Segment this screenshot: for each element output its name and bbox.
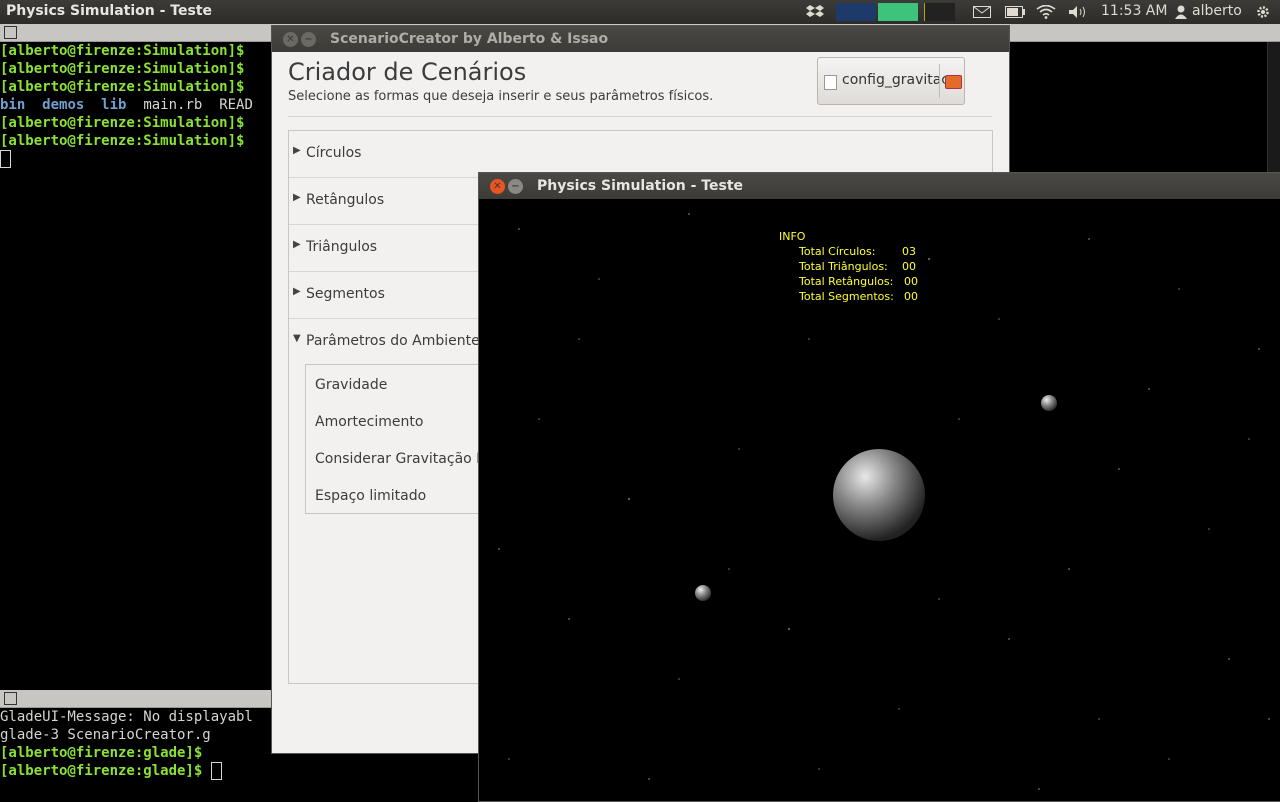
expander-label: Círculos — [306, 145, 362, 161]
info-label-rectangles: Total Retângulos: — [799, 275, 894, 288]
minimize-icon[interactable]: − — [508, 179, 523, 194]
param-limited-space[interactable]: Espaço limitado — [315, 488, 426, 504]
info-value-triangles: 00 — [902, 260, 916, 273]
top-panel: Physics Simulation - Teste 11:53 AM albe… — [0, 0, 1280, 24]
expander-arrow-icon: ▶ — [293, 192, 301, 203]
terminal-prompt: [alberto@firenze:glade]$ — [0, 763, 203, 779]
terminal-cursor — [0, 150, 11, 168]
config-file-chooser-button[interactable]: config_gravitac... — [817, 57, 965, 105]
expander-arrow-down-icon: ▼ — [293, 333, 301, 344]
user-name[interactable]: alberto — [1192, 3, 1242, 19]
expander-label: Segmentos — [306, 286, 385, 302]
dir-bin: bin — [0, 97, 26, 113]
window-title: Physics Simulation - Teste — [537, 178, 744, 194]
dir-lib: lib — [101, 97, 127, 113]
expander-arrow-icon: ▶ — [293, 286, 301, 297]
dropbox-icon[interactable] — [806, 5, 824, 19]
expander-label: Retângulos — [306, 192, 385, 208]
physics-titlebar[interactable]: ✕ − Physics Simulation - Teste — [479, 173, 1280, 199]
expander-label: Parâmetros do Ambiente — [306, 333, 480, 349]
param-gravity[interactable]: Gravidade — [315, 377, 387, 393]
battery-icon[interactable] — [1005, 6, 1025, 18]
terminal-prompt-line: [alberto@firenze:glade]$ — [0, 762, 480, 780]
page-subtitle: Selecione as formas que deseja inserir e… — [288, 89, 714, 104]
info-value-segments: 00 — [904, 290, 918, 303]
file-main: main.rb — [143, 97, 203, 113]
mail-icon[interactable] — [973, 6, 991, 18]
param-damping[interactable]: Amortecimento — [315, 414, 423, 430]
expander-arrow-icon: ▶ — [293, 145, 301, 156]
wifi-icon[interactable] — [1036, 5, 1056, 19]
terminal-scrollbar[interactable] — [1267, 42, 1280, 172]
info-label-segments: Total Segmentos: — [799, 290, 894, 303]
info-label-circles: Total Círculos: — [799, 245, 876, 258]
gear-icon[interactable] — [1255, 4, 1271, 20]
page-title: Criador de Cenários — [288, 58, 527, 86]
user-icon[interactable] — [1175, 5, 1187, 19]
minimize-icon[interactable]: − — [301, 32, 316, 47]
info-value-rectangles: 00 — [904, 275, 918, 288]
scenario-creator-titlebar[interactable]: ✕ − ScenarioCreator by Alberto & Issao — [272, 26, 1009, 52]
param-gravitation[interactable]: Considerar Gravitação Po — [315, 451, 493, 467]
close-icon[interactable]: ✕ — [490, 179, 505, 194]
small-sphere-left — [695, 585, 711, 601]
expander-circles[interactable]: ▶ Círculos — [289, 131, 992, 178]
dir-demos: demos — [42, 97, 85, 113]
close-icon[interactable]: ✕ — [283, 32, 298, 47]
clock[interactable]: 11:53 AM — [1101, 3, 1167, 19]
info-label-triangles: Total Triângulos: — [799, 260, 888, 273]
file-icon — [824, 75, 837, 90]
file-readme: READ — [219, 97, 253, 113]
folder-icon — [945, 75, 962, 89]
info-header: INFO — [779, 230, 806, 243]
small-sphere-right — [1041, 395, 1057, 411]
info-value-circles: 03 — [902, 245, 916, 258]
system-monitor-graph[interactable] — [836, 3, 956, 21]
window-title: ScenarioCreator by Alberto & Issao — [330, 31, 609, 47]
expander-arrow-icon: ▶ — [293, 239, 301, 250]
terminal-icon — [4, 26, 17, 39]
physics-simulation-window: ✕ − Physics Simulation - Teste INFO Tota… — [478, 172, 1280, 802]
large-sphere — [833, 449, 925, 541]
expander-label: Triângulos — [306, 239, 378, 255]
terminal-icon — [4, 692, 17, 705]
divider — [288, 116, 992, 117]
active-app-title: Physics Simulation - Teste — [6, 3, 213, 19]
terminal-cursor — [210, 762, 222, 780]
volume-icon[interactable] — [1068, 5, 1088, 19]
